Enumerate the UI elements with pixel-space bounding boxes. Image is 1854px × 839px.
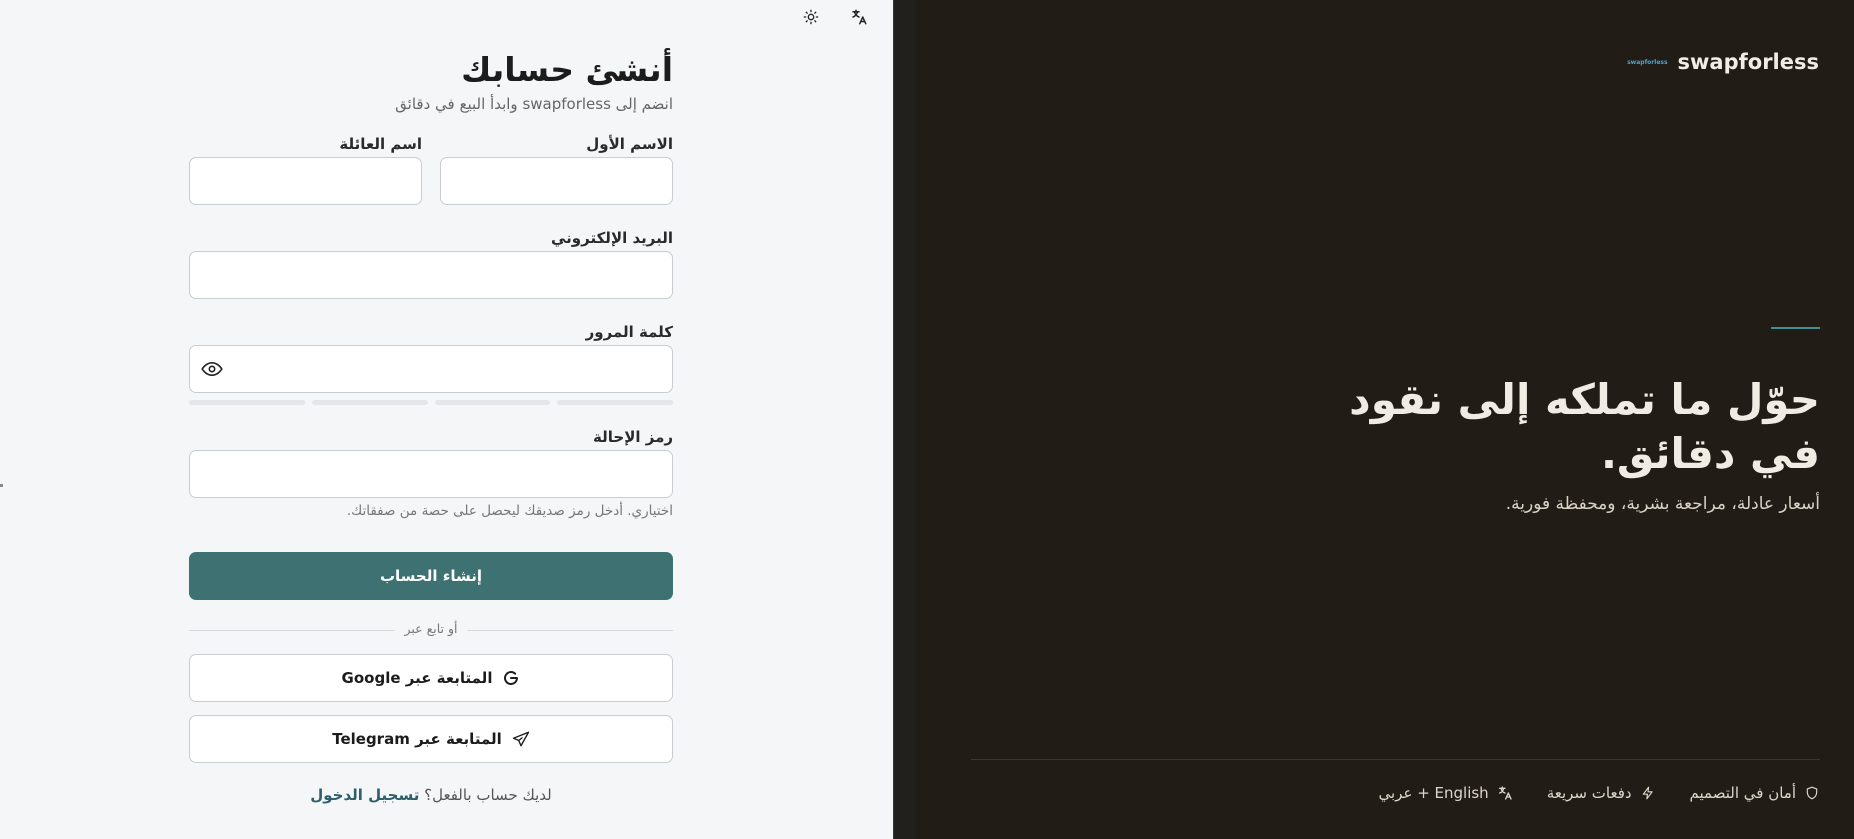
signin-prompt: لديك حساب بالفعل؟ — [424, 786, 552, 804]
feature-label: English + عربي — [1378, 784, 1489, 802]
strength-segment — [557, 400, 673, 405]
password-input[interactable] — [189, 345, 673, 393]
signin-link[interactable]: تسجيل الدخول — [310, 786, 419, 804]
brand-logo: swapforless — [1627, 58, 1668, 66]
hero-subtitle: أسعار عادلة، مراجعة بشرية، ومحفظة فورية. — [1505, 494, 1820, 514]
google-button[interactable]: المتابعة عبر Google — [189, 654, 673, 702]
referral-input[interactable] — [189, 450, 673, 498]
signin-row: لديك حساب بالفعل؟ تسجيل الدخول — [189, 786, 673, 804]
last-name-input[interactable] — [189, 157, 422, 205]
shield-icon — [1804, 785, 1820, 801]
language-toggle-button[interactable] — [848, 6, 870, 28]
telegram-icon — [512, 731, 529, 747]
brand-name: swapforless — [1677, 50, 1819, 74]
theme-toggle-button[interactable] — [800, 6, 822, 28]
name-row: الاسم الأول اسم العائلة — [189, 134, 673, 205]
last-name-label: اسم العائلة — [339, 135, 422, 153]
bolt-icon — [1640, 785, 1656, 801]
feature-label: أمان في التصميم — [1689, 784, 1796, 802]
sun-icon — [803, 9, 819, 25]
translate-icon — [1497, 785, 1513, 801]
or-divider: أو تابع عبر — [189, 621, 673, 639]
panel-separator — [893, 0, 915, 839]
feature-list: أمان في التصميم دفعات سريعة English + عر… — [1379, 784, 1820, 802]
google-icon — [504, 671, 519, 685]
create-account-button[interactable]: إنشاء الحساب — [189, 552, 673, 600]
edge-marker — [0, 484, 3, 487]
email-group: البريد الإلكتروني — [189, 228, 673, 299]
google-button-label: المتابعة عبر Google — [341, 669, 493, 687]
hero-panel: swapforless swapforless حوّل ما تملكه إل… — [915, 0, 1854, 839]
brand: swapforless swapforless — [1627, 50, 1819, 74]
top-toolbar — [800, 6, 870, 28]
email-input[interactable] — [189, 251, 673, 299]
password-strength-meter — [189, 400, 673, 405]
signup-panel: أنشئ حسابك انضم إلى swapforless وابدأ ال… — [0, 0, 893, 839]
referral-hint: اختياري. أدخل رمز صديقك ليحصل على حصة من… — [346, 503, 673, 519]
signup-form: أنشئ حسابك انضم إلى swapforless وابدأ ال… — [189, 48, 673, 804]
password-field — [189, 345, 673, 393]
email-label: البريد الإلكتروني — [551, 229, 673, 247]
password-label: كلمة المرور — [585, 323, 673, 341]
telegram-button[interactable]: المتابعة عبر Telegram — [189, 715, 673, 763]
eye-icon — [201, 361, 223, 377]
translate-icon — [852, 9, 867, 25]
hero-divider — [971, 759, 1820, 760]
feature-fast-payouts: دفعات سريعة — [1547, 784, 1656, 802]
feature-label: دفعات سريعة — [1546, 784, 1632, 802]
strength-segment — [311, 400, 428, 405]
password-group: كلمة المرور — [189, 322, 673, 405]
first-name-group: الاسم الأول — [440, 134, 673, 205]
last-name-group: اسم العائلة — [189, 134, 422, 205]
first-name-input[interactable] — [440, 157, 673, 205]
page-subtitle: انضم إلى swapforless وابدأ البيع في دقائ… — [395, 95, 673, 113]
referral-label: رمز الإحالة — [593, 428, 673, 446]
strength-segment — [189, 400, 305, 405]
page-title: أنشئ حسابك — [461, 50, 673, 89]
referral-group: رمز الإحالة اختياري. أدخل رمز صديقك ليحص… — [189, 427, 673, 520]
hero-title: حوّل ما تملكه إلى نقود في دقائق. — [1349, 375, 1820, 478]
divider-text: أو تابع عبر — [394, 621, 468, 636]
show-password-button[interactable] — [199, 357, 225, 381]
feature-languages: English + عربي — [1379, 784, 1513, 802]
feature-security: أمان في التصميم — [1690, 784, 1820, 802]
telegram-button-label: المتابعة عبر Telegram — [332, 730, 502, 748]
accent-line — [1771, 327, 1820, 329]
strength-segment — [434, 400, 551, 405]
first-name-label: الاسم الأول — [586, 135, 673, 153]
